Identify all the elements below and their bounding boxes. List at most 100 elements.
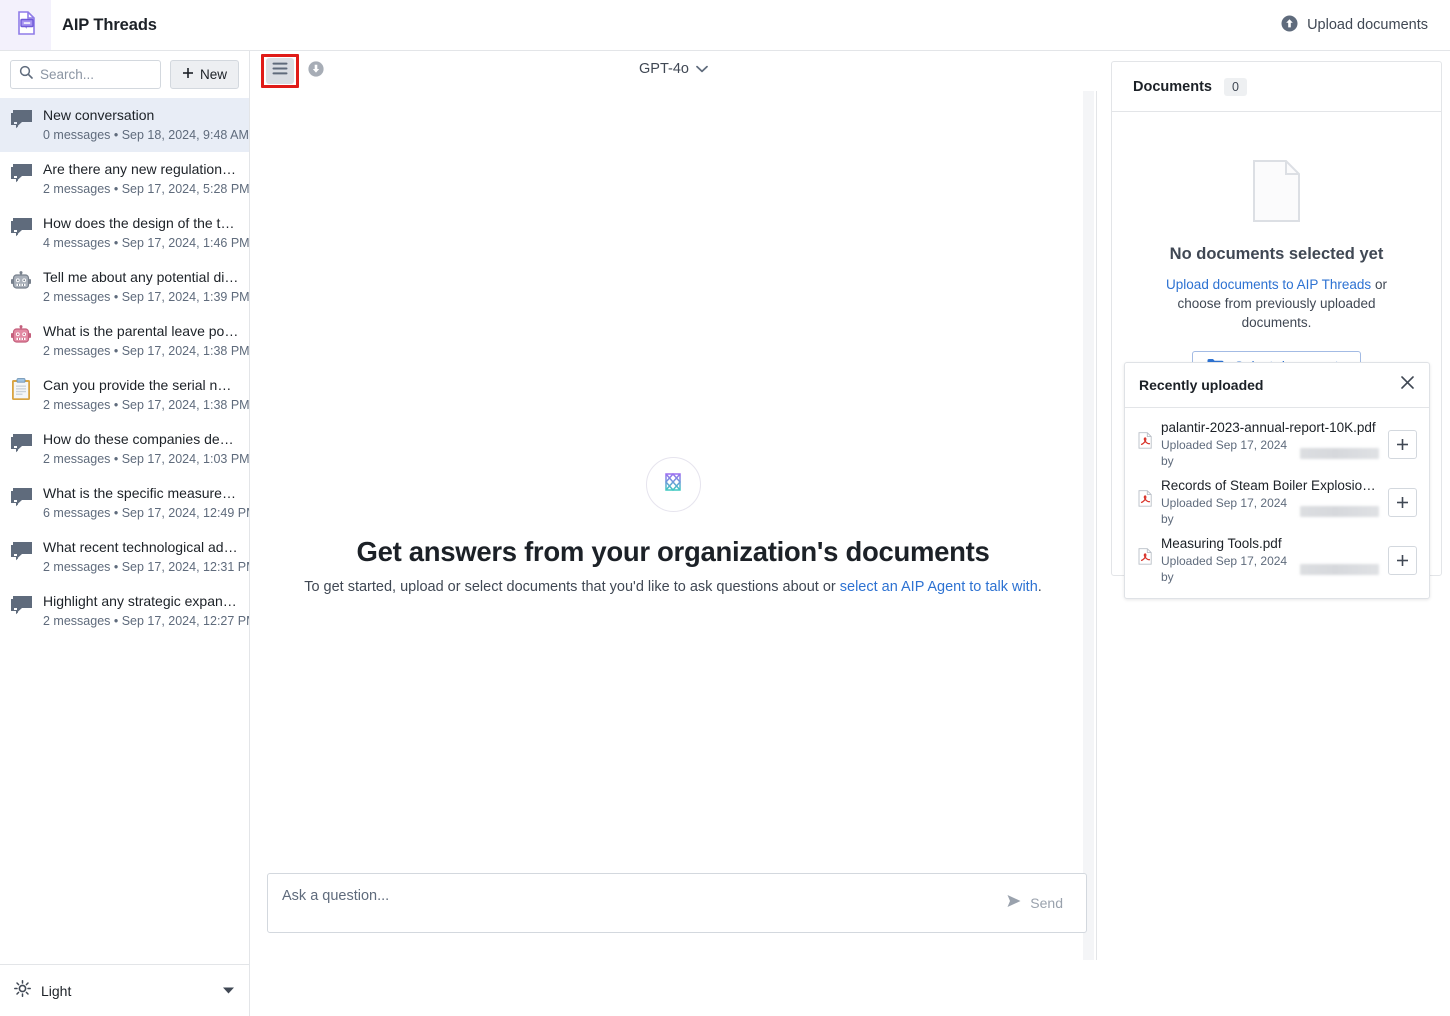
documents-empty-title: No documents selected yet bbox=[1169, 245, 1384, 263]
conversation-list-item[interactable]: Highlight any strategic expansion… 2 mess… bbox=[0, 584, 249, 638]
new-conversation-button[interactable]: New bbox=[169, 60, 239, 89]
conversation-meta: 2 messages • Sep 17, 2024, 12:27 PM bbox=[43, 614, 249, 628]
conversation-title: How does the design of the taper … bbox=[43, 215, 239, 231]
conversation-icon bbox=[9, 110, 33, 134]
blank-document-icon bbox=[1249, 159, 1304, 228]
plus-icon bbox=[182, 67, 194, 82]
conversation-list[interactable]: New conversation 0 messages • Sep 18, 202… bbox=[0, 98, 249, 951]
chat-bubble-icon bbox=[10, 217, 33, 243]
conversation-icon bbox=[9, 218, 33, 242]
conversation-meta: 2 messages • Sep 17, 2024, 12:31 PM bbox=[43, 560, 249, 574]
chevron-down-icon bbox=[696, 61, 708, 77]
recent-item-meta: Uploaded Sep 17, 2024 by bbox=[1161, 553, 1379, 585]
clipboard-icon bbox=[11, 378, 31, 406]
robot-pink-icon bbox=[10, 324, 32, 352]
page-title: AIP Threads bbox=[62, 15, 157, 34]
send-label: Send bbox=[1030, 894, 1063, 911]
question-input[interactable] bbox=[282, 888, 982, 904]
model-selector[interactable]: GPT-4o bbox=[614, 61, 734, 77]
conversation-list-item[interactable]: New conversation 0 messages • Sep 18, 202… bbox=[0, 98, 249, 152]
search-icon bbox=[19, 65, 33, 84]
conversation-text: What is the parental leave policy? 2 mess… bbox=[43, 323, 249, 359]
redacted-uploader-name bbox=[1299, 447, 1379, 459]
conversation-list-item[interactable]: Are there any new regulations ap… 2 messa… bbox=[0, 152, 249, 206]
recently-uploaded-item[interactable]: Measuring Tools.pdf Uploaded Sep 17, 2024… bbox=[1125, 531, 1429, 589]
conversation-meta: 2 messages • Sep 17, 2024, 1:38 PM bbox=[43, 344, 249, 358]
conversation-text: Tell me about any potential disr… 2 messa… bbox=[43, 269, 249, 305]
conversation-list-item[interactable]: What recent technological advan… 2 messag… bbox=[0, 530, 249, 584]
documents-empty-subtitle: Upload documents to AIP Threads or choos… bbox=[1143, 275, 1411, 332]
conversation-title: Are there any new regulations ap… bbox=[43, 161, 239, 177]
add-document-button[interactable] bbox=[1388, 545, 1417, 575]
download-circle-icon[interactable] bbox=[308, 60, 324, 82]
select-aip-agent-link[interactable]: select an AIP Agent to talk with bbox=[840, 579, 1038, 595]
app-logo[interactable] bbox=[0, 0, 51, 50]
conversation-icon bbox=[9, 270, 33, 296]
conversation-text: Highlight any strategic expansion… 2 mess… bbox=[43, 593, 249, 629]
recent-item-meta-text: Uploaded Sep 17, 2024 by bbox=[1161, 438, 1288, 468]
recently-uploaded-title: Recently uploaded bbox=[1139, 377, 1264, 393]
pdf-icon bbox=[1138, 432, 1152, 454]
redacted-uploader-name bbox=[1299, 505, 1379, 517]
close-icon[interactable] bbox=[1400, 375, 1415, 395]
model-label: GPT-4o bbox=[639, 61, 689, 77]
conversation-list-item[interactable]: Can you provide the serial numb… 2 messag… bbox=[0, 368, 249, 422]
composer-wrapper: Send bbox=[267, 873, 1087, 933]
recent-item-meta-text: Uploaded Sep 17, 2024 by bbox=[1161, 496, 1288, 526]
conversation-title: New conversation bbox=[43, 107, 155, 123]
recent-item-text: palantir-2023-annual-report-10K.pdf Uploa… bbox=[1161, 419, 1379, 469]
conversation-icon bbox=[9, 164, 33, 188]
recent-item-text: Measuring Tools.pdf Uploaded Sep 17, 2024… bbox=[1161, 535, 1379, 585]
center-scrollbar[interactable] bbox=[1083, 91, 1094, 960]
chat-bubble-icon bbox=[10, 595, 33, 621]
conversation-title: What recent technological advan… bbox=[43, 539, 239, 555]
upload-documents-link[interactable]: Upload documents to AIP Threads bbox=[1166, 277, 1371, 292]
documents-count-badge: 0 bbox=[1223, 77, 1247, 96]
search-box[interactable] bbox=[10, 60, 161, 89]
center-header: GPT-4o bbox=[250, 51, 1097, 91]
conversation-title: What is the parental leave policy? bbox=[43, 323, 239, 339]
documents-title: Documents bbox=[1133, 78, 1212, 95]
conversation-meta: 2 messages • Sep 17, 2024, 5:28 PM bbox=[43, 182, 249, 196]
conversation-list-item[interactable]: How do these companies describ… 2 message… bbox=[0, 422, 249, 476]
recently-uploaded-list: palantir-2023-annual-report-10K.pdf Uploa… bbox=[1125, 408, 1429, 598]
redacted-uploader-name bbox=[1299, 563, 1379, 575]
sun-icon bbox=[14, 979, 31, 1002]
upload-circle-icon bbox=[1281, 15, 1298, 36]
chevron-down-icon bbox=[222, 982, 235, 1000]
conversation-title: Highlight any strategic expansion… bbox=[43, 593, 239, 609]
conversation-list-item[interactable]: How does the design of the taper … 4 mess… bbox=[0, 206, 249, 260]
conversation-list-item[interactable]: Tell me about any potential disr… 2 messa… bbox=[0, 260, 249, 314]
right-panel: Documents 0 No documents selected yet Up… bbox=[1097, 51, 1450, 1016]
recently-uploaded-header: Recently uploaded bbox=[1125, 363, 1429, 408]
chat-bubble-icon bbox=[10, 163, 33, 189]
conversation-list-item[interactable]: What is the parental leave policy? 2 mess… bbox=[0, 314, 249, 368]
sidebar: New New conversation 0 messages • Sep 18,… bbox=[0, 51, 250, 1016]
send-button[interactable]: Send bbox=[994, 887, 1075, 918]
conversation-list-item[interactable]: What is the specific measuremen… 6 messag… bbox=[0, 476, 249, 530]
conversation-meta: 0 messages • Sep 18, 2024, 9:48 AM bbox=[43, 128, 249, 142]
plus-icon bbox=[1397, 438, 1408, 450]
composer[interactable]: Send bbox=[267, 873, 1087, 933]
recently-uploaded-item[interactable]: Records of Steam Boiler Explosion… Upload… bbox=[1125, 473, 1429, 531]
toggle-sidebar-button[interactable] bbox=[266, 58, 294, 84]
theme-selector[interactable]: Light bbox=[0, 964, 249, 1016]
conversation-meta: 2 messages • Sep 17, 2024, 1:38 PM bbox=[43, 398, 249, 412]
upload-documents-button[interactable]: Upload documents bbox=[1281, 15, 1428, 36]
search-input[interactable] bbox=[40, 67, 152, 82]
conversation-text: How does the design of the taper … 4 mess… bbox=[43, 215, 249, 251]
conversation-title: What is the specific measuremen… bbox=[43, 485, 239, 501]
pdf-icon bbox=[1138, 490, 1152, 512]
conversation-text: Are there any new regulations ap… 2 messa… bbox=[43, 161, 249, 197]
empty-subtitle-suffix: . bbox=[1037, 578, 1042, 595]
theme-label: Light bbox=[41, 982, 72, 999]
aip-logo-badge bbox=[645, 456, 701, 512]
conversation-text: How do these companies describ… 2 message… bbox=[43, 431, 249, 467]
recently-uploaded-item[interactable]: palantir-2023-annual-report-10K.pdf Uploa… bbox=[1125, 415, 1429, 473]
plus-icon bbox=[1397, 496, 1408, 508]
recently-uploaded-card: Recently uploaded palantir-2023-annual-r… bbox=[1124, 362, 1430, 599]
add-document-button[interactable] bbox=[1388, 487, 1417, 517]
conversation-meta: 6 messages • Sep 17, 2024, 12:49 PM bbox=[43, 506, 249, 520]
conversation-icon bbox=[9, 434, 33, 458]
add-document-button[interactable] bbox=[1388, 429, 1417, 459]
